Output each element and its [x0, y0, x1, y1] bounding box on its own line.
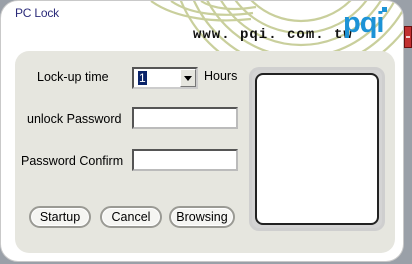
website-url: www. pqi. com. tw: [193, 27, 353, 43]
unlock-password-label: unlock Password: [27, 112, 122, 126]
cancel-button[interactable]: Cancel: [100, 206, 162, 228]
side-close-button[interactable]: [404, 26, 412, 48]
lockup-time-value: 1: [138, 71, 147, 85]
hours-label: Hours: [204, 69, 238, 83]
pc-lock-window: PC Lock www. pqi. com. tw pqi Lock-up ti…: [0, 0, 404, 262]
window-title: PC Lock: [15, 6, 59, 20]
startup-button[interactable]: Startup: [29, 206, 91, 228]
password-confirm-field[interactable]: [132, 149, 238, 171]
unlock-password-field[interactable]: [132, 107, 238, 129]
pqi-logo: pqi: [343, 7, 384, 39]
password-confirm-label: Password Confirm: [21, 154, 124, 168]
image-preview-area: [255, 73, 379, 225]
logo-dot-icon: [382, 7, 387, 12]
chevron-down-icon[interactable]: [180, 69, 196, 87]
image-preview-frame: [249, 67, 385, 231]
lockup-time-select[interactable]: 1: [132, 67, 198, 89]
browsing-button[interactable]: Browsing: [169, 206, 235, 228]
lockup-time-label: Lock-up time: [37, 70, 109, 84]
